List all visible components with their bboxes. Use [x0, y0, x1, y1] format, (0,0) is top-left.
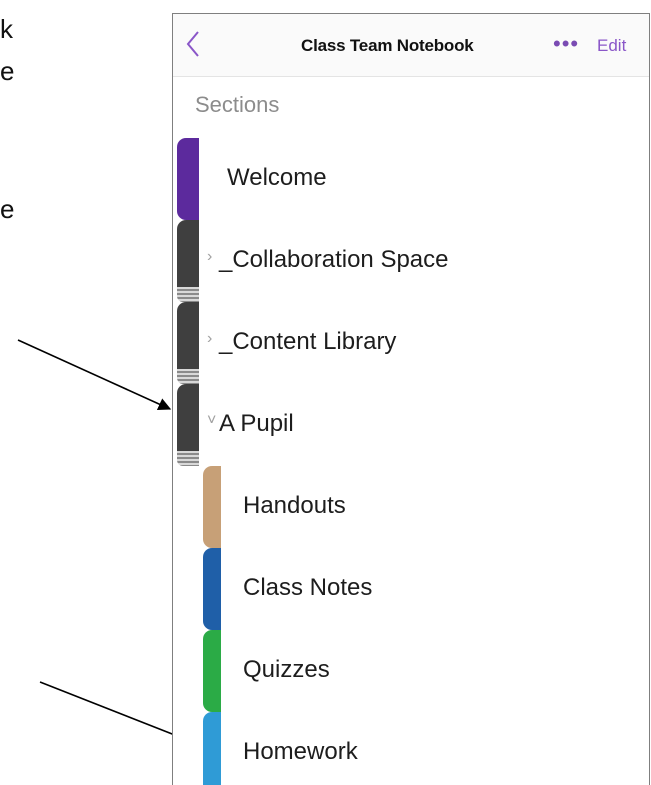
section-color-tab — [203, 466, 221, 548]
navigation-bar: Class Team Notebook ••• Edit — [173, 14, 649, 77]
section-color-tab — [203, 712, 221, 785]
chevron-left-icon[interactable] — [181, 26, 207, 62]
section-label: _Collaboration Space — [219, 246, 449, 273]
arrow-to-a-pupil — [17, 339, 172, 411]
section-label: _Content Library — [219, 328, 397, 355]
document-text-fragment: e — [0, 56, 15, 86]
notebook-title: Class Team Notebook — [301, 36, 474, 55]
edit-button[interactable]: Edit — [597, 36, 626, 56]
section-item-handouts[interactable]: Handouts — [173, 466, 649, 548]
section-item-class-notes[interactable]: Class Notes — [173, 548, 649, 630]
chevron-right-icon[interactable]: › — [207, 248, 212, 266]
section-group-tab — [177, 220, 199, 302]
section-group-tab — [177, 384, 199, 466]
section-group-a-pupil[interactable]: ˅ A Pupil — [173, 384, 649, 466]
section-label: Quizzes — [243, 656, 330, 683]
section-group-collaboration-space[interactable]: › _Collaboration Space — [173, 220, 649, 302]
onenote-sections-panel: Class Team Notebook ••• Edit Sections We… — [172, 13, 650, 785]
document-text-fragment: e — [0, 194, 15, 224]
section-color-tab — [177, 138, 199, 220]
section-label: Class Notes — [243, 574, 373, 601]
chevron-down-icon[interactable]: ˅ — [207, 412, 216, 430]
section-item-quizzes[interactable]: Quizzes — [173, 630, 649, 712]
sections-heading: Sections — [195, 92, 280, 117]
arrow-to-homework — [39, 681, 192, 743]
chevron-right-icon[interactable]: › — [207, 330, 212, 348]
section-label: Welcome — [227, 164, 327, 191]
section-item-welcome[interactable]: Welcome — [173, 138, 649, 220]
section-color-tab — [203, 548, 221, 630]
section-item-homework[interactable]: Homework — [173, 712, 649, 785]
more-options-icon[interactable]: ••• — [553, 31, 579, 57]
section-group-content-library[interactable]: › _Content Library — [173, 302, 649, 384]
section-label: Homework — [243, 738, 358, 765]
document-text-fragment: k — [0, 14, 13, 44]
section-color-tab — [203, 630, 221, 712]
section-label: Handouts — [243, 492, 346, 519]
section-label: A Pupil — [219, 410, 294, 437]
section-group-tab — [177, 302, 199, 384]
